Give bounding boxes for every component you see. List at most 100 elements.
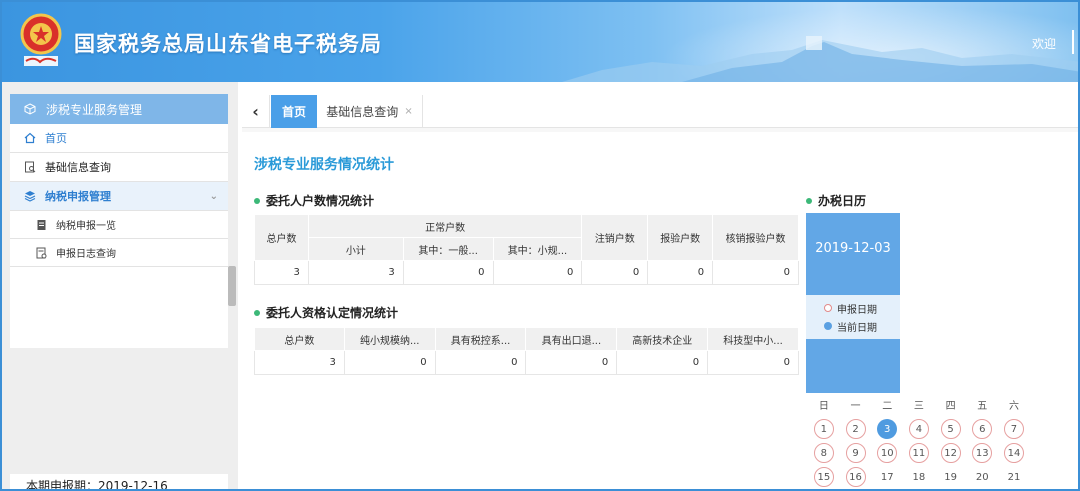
- ring-marker-icon: [824, 304, 832, 312]
- table-row: 3 0 0 0 0 0: [254, 350, 799, 375]
- site-title: 国家税务总局山东省电子税务局: [74, 32, 382, 56]
- calendar-day-number: 21: [1007, 471, 1021, 483]
- sidebar-item-declaration-log[interactable]: 申报日志查询: [10, 239, 228, 267]
- tab-bar: ‹ 首页 基础信息查询 ×: [242, 95, 1078, 128]
- calendar-day-number: 3: [877, 419, 898, 439]
- calendar-day[interactable]: 13: [966, 441, 998, 465]
- calendar-day[interactable]: 8: [808, 441, 840, 465]
- table-cell: 3: [254, 260, 309, 285]
- legend-current-label: 当前日期: [837, 322, 877, 334]
- table-cell: 0: [712, 260, 799, 285]
- sidebar-collapse-handle[interactable]: [228, 266, 236, 306]
- table-cell: 0: [525, 350, 618, 375]
- calendar-day[interactable]: 7: [998, 417, 1030, 441]
- calendar-day-number: 6: [972, 419, 993, 439]
- col-small: 其中：小规...: [492, 237, 583, 261]
- calendar-day[interactable]: 18: [903, 465, 935, 489]
- section-title-text: 办税日历: [818, 194, 867, 208]
- calendar-day-number: 13: [972, 443, 993, 463]
- welcome-text[interactable]: 欢迎: [1032, 35, 1056, 52]
- col-total: 总户数: [254, 214, 309, 261]
- header-banner: 国家税务总局山东省电子税务局 欢迎: [2, 2, 1078, 82]
- great-wall-graphic: [562, 36, 1078, 82]
- legend-declare: 申报日期: [824, 299, 900, 317]
- col-header: 纯小规模纳...: [343, 327, 436, 351]
- legend-current: 当前日期: [824, 317, 900, 335]
- col-normal: 正常户数: [307, 214, 583, 238]
- tax-emblem-logo: [20, 13, 62, 66]
- sidebar-item-label: 申报日志查询: [56, 249, 116, 260]
- col-header: 具有出口退...: [525, 327, 618, 351]
- qualification-stats-table: 总户数 纯小规模纳... 具有税控系... 具有出口退... 高新技术企业 科技…: [254, 327, 799, 375]
- calendar-day[interactable]: 11: [903, 441, 935, 465]
- sidebar-item-basic-info[interactable]: 基础信息查询: [10, 153, 228, 182]
- sidebar-item-tax-declaration[interactable]: 纳税申报管理 ⌄: [10, 182, 228, 211]
- calendar-legend: 申报日期 当前日期: [806, 295, 900, 339]
- layers-icon: [24, 191, 36, 202]
- table-cell: 0: [434, 350, 527, 375]
- table-cell: 3: [307, 260, 404, 285]
- calendar-date-panel: 2019-12-03 申报日期 当前日期: [806, 213, 900, 393]
- chevron-left-icon[interactable]: ‹: [242, 95, 270, 128]
- col-subtotal: 小计: [307, 237, 404, 261]
- calendar-day[interactable]: 10: [871, 441, 903, 465]
- search-doc-icon: [25, 161, 36, 173]
- calendar-day[interactable]: 14: [998, 441, 1030, 465]
- calendar-weekdays: 日一二三四五六: [808, 397, 1030, 412]
- clients-stats-table: 总户数 正常户数 注销户数 报验户数 核销报验户数 小计 其中：一般... 其中…: [254, 214, 799, 285]
- calendar-day[interactable]: 1: [808, 417, 840, 441]
- sidebar-item-label: 基础信息查询: [45, 161, 111, 174]
- section-title-calendar: 办税日历: [806, 192, 866, 209]
- calendar-day[interactable]: 12: [935, 441, 967, 465]
- calendar-day-number: 4: [908, 419, 929, 439]
- section-dot: [254, 197, 260, 204]
- table-header-row: 总户数 正常户数 注销户数 报验户数 核销报验户数: [254, 214, 799, 261]
- page-title: 涉税专业服务情况统计: [254, 157, 394, 173]
- calendar-day-number: 1: [813, 419, 834, 439]
- calendar-day[interactable]: 4: [903, 417, 935, 441]
- calendar-day[interactable]: 19: [935, 465, 967, 489]
- section-title-text: 委托人户数情况统计: [266, 194, 375, 208]
- calendar-day[interactable]: 9: [840, 441, 872, 465]
- calendar-weekday: 五: [977, 401, 988, 412]
- home-icon: [24, 132, 36, 144]
- log-icon: [36, 247, 47, 258]
- tab-home[interactable]: 首页: [271, 95, 317, 128]
- sidebar-item-label: 纳税申报管理: [45, 190, 111, 203]
- calendar-day-number: 2: [845, 419, 866, 439]
- calendar-day-number: 17: [880, 471, 894, 483]
- calendar-day[interactable]: 20: [966, 465, 998, 489]
- legend-declare-label: 申报日期: [837, 304, 877, 316]
- sidebar-header[interactable]: 涉税专业服务管理: [10, 94, 228, 124]
- doc-icon: [37, 219, 46, 230]
- calendar-weekday: 二: [882, 401, 893, 412]
- sidebar-item-label: 纳税申报一览: [56, 221, 116, 232]
- calendar-day-number: 16: [845, 467, 866, 487]
- calendar-day-number: 10: [877, 443, 898, 463]
- calendar-day[interactable]: 3: [871, 417, 903, 441]
- calendar-day[interactable]: 21: [998, 465, 1030, 489]
- calendar-day-number: 14: [1003, 443, 1024, 463]
- calendar-day-number: 12: [940, 443, 961, 463]
- calendar-day[interactable]: 6: [966, 417, 998, 441]
- calendar-day[interactable]: 17: [871, 465, 903, 489]
- table-cell: 0: [492, 260, 583, 285]
- col-cancel-inspected: 核销报验户数: [712, 214, 799, 261]
- dot-marker-icon: [824, 322, 832, 330]
- calendar-day[interactable]: 15: [808, 465, 840, 489]
- calendar-day[interactable]: 2: [840, 417, 872, 441]
- close-icon[interactable]: ×: [404, 106, 412, 117]
- declaration-period: 本期申报期：2019-12-16: [10, 474, 228, 489]
- table-cell: 0: [402, 260, 494, 285]
- col-header: 科技型中小...: [707, 327, 799, 351]
- col-inspected: 报验户数: [647, 214, 714, 261]
- calendar-weekday: 日: [818, 401, 829, 412]
- tab-basic-info[interactable]: 基础信息查询 ×: [317, 95, 423, 128]
- sidebar-item-home[interactable]: 首页: [10, 124, 228, 153]
- calendar-day[interactable]: 5: [935, 417, 967, 441]
- sidebar-item-declaration-list[interactable]: 纳税申报一览: [10, 211, 228, 239]
- table-cell: 3: [254, 350, 345, 375]
- calendar-day[interactable]: 16: [840, 465, 872, 489]
- calendar-day-number: 11: [908, 443, 929, 463]
- calendar-day-number: 15: [813, 467, 834, 487]
